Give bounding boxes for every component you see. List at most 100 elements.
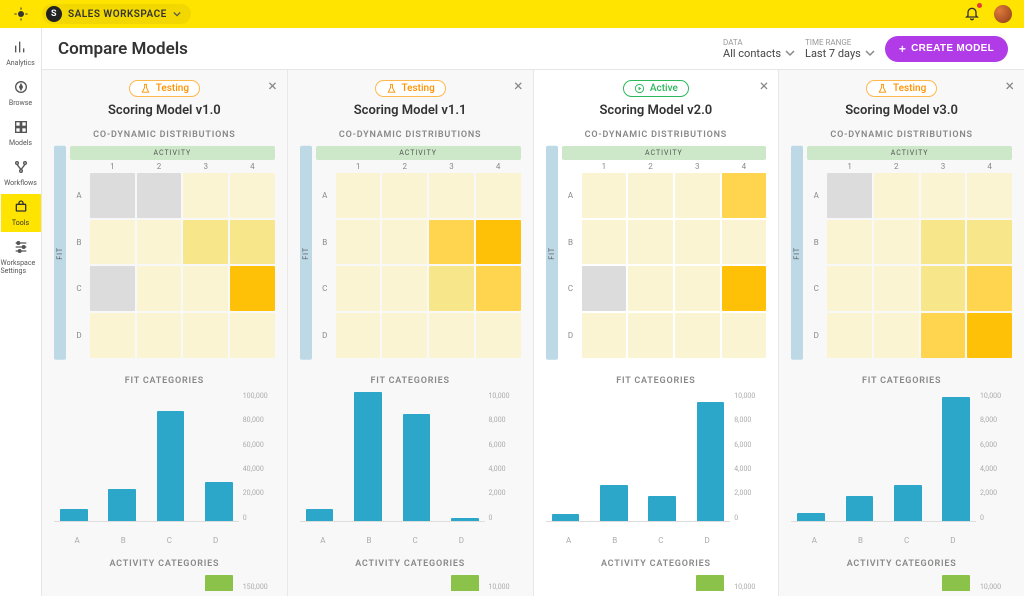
heatmap-row-label: B	[807, 220, 825, 265]
time-range-label: TIME RANGE	[805, 38, 875, 47]
heatmap-col-label: 2	[382, 162, 427, 171]
y-tick-label: 2,000	[734, 489, 766, 497]
heatmap-cell	[90, 266, 135, 311]
y-tick-label: 0	[980, 514, 1012, 522]
heatmap-row-label: A	[70, 173, 88, 218]
sidebar-item-browse[interactable]: Browse	[1, 74, 41, 112]
y-tick-label: 10,000	[489, 392, 521, 400]
heatmap-cell	[183, 220, 228, 265]
heatmap-cell	[429, 266, 474, 311]
data-filter[interactable]: DATA All contacts	[723, 38, 795, 60]
data-filter-label: DATA	[723, 38, 795, 47]
y-axis-ticks: 10,0008,0006,0004,0002,0000	[730, 392, 766, 522]
status-pill: Testing	[129, 80, 200, 97]
bar	[60, 509, 88, 521]
fit-categories-chart: 10,0008,0006,0004,0002,0000	[791, 392, 1012, 522]
workspace-selector[interactable]: S SALES WORKSPACE	[42, 4, 191, 24]
heatmap-cell	[582, 266, 627, 311]
heatmap-cell	[137, 173, 182, 218]
heatmap-cell	[230, 220, 275, 265]
heatmap-cell	[336, 220, 381, 265]
bar	[697, 402, 725, 521]
heatmap-cell	[476, 266, 521, 311]
bar	[696, 575, 724, 591]
heatmap-cell	[183, 313, 228, 358]
y-tick-label: 2,000	[489, 489, 521, 497]
activity-categories-chart: 150,000	[54, 575, 275, 591]
fit-axis-label: FIT	[300, 146, 312, 360]
close-panel-button[interactable]: ×	[1005, 76, 1014, 95]
bar	[942, 397, 970, 521]
heatmap-cell	[230, 313, 275, 358]
model-panel: ×TestingScoring Model v1.1CO-DYNAMIC DIS…	[288, 70, 534, 596]
y-tick-label: 100,000	[243, 392, 275, 400]
x-axis-ticks: ABCD	[54, 536, 275, 545]
heatmap-cell	[429, 313, 474, 358]
y-tick-label: 0	[243, 514, 275, 522]
bar	[157, 411, 185, 521]
heatmap-cell	[382, 173, 427, 218]
heatmap-row-label: C	[807, 266, 825, 311]
x-tick-label: C	[167, 536, 172, 545]
heatmap-row-label: B	[562, 220, 580, 265]
heatmap-cell	[90, 313, 135, 358]
heatmap-row-label: C	[562, 266, 580, 311]
tools-icon	[13, 199, 29, 217]
co-dynamic-title: CO-DYNAMIC DISTRIBUTIONS	[546, 130, 767, 140]
x-tick-label: D	[704, 536, 709, 545]
heatmap-col-label: 3	[675, 162, 720, 171]
heatmap-col-label: 3	[183, 162, 228, 171]
settings-icon	[13, 239, 29, 257]
y-tick-label: 150,000	[243, 583, 275, 591]
sidebar-item-settings[interactable]: Workspace Settings	[1, 234, 41, 280]
heatmap-cell	[722, 313, 767, 358]
heatmap-cell	[137, 266, 182, 311]
heatmap-cell	[429, 220, 474, 265]
heatmap-col-label: 4	[722, 162, 767, 171]
heatmap-chart: FITACTIVITY1234ABCD	[791, 146, 1012, 360]
page-header: Compare Models DATA All contacts TIME RA…	[42, 28, 1024, 70]
heatmap-cell	[230, 266, 275, 311]
close-panel-button[interactable]: ×	[760, 76, 769, 95]
time-range-filter[interactable]: TIME RANGE Last 7 days	[805, 38, 875, 60]
y-tick-label: 4,000	[489, 465, 521, 473]
activity-axis-label: ACTIVITY	[70, 146, 275, 160]
sidebar-item-tools[interactable]: Tools	[1, 194, 41, 232]
sidebar-item-label: Tools	[12, 219, 29, 227]
chevron-down-icon	[173, 10, 181, 18]
fit-axis-label: FIT	[546, 146, 558, 360]
activity-categories-chart: 10,000	[791, 575, 1012, 591]
activity-axis-label: ACTIVITY	[807, 146, 1012, 160]
heatmap-cell	[874, 266, 919, 311]
x-tick-label: B	[121, 536, 126, 545]
model-panel: ×ActiveScoring Model v2.0CO-DYNAMIC DIST…	[534, 70, 780, 596]
bar	[306, 509, 334, 521]
heatmap-cell	[429, 173, 474, 218]
close-panel-button[interactable]: ×	[268, 76, 277, 95]
activity-categories-title: ACTIVITY CATEGORIES	[300, 559, 521, 569]
close-panel-button[interactable]: ×	[514, 76, 523, 95]
sidebar-item-models[interactable]: Models	[1, 114, 41, 152]
sidebar-item-analytics[interactable]: Analytics	[1, 34, 41, 72]
model-name: Scoring Model v3.0	[791, 103, 1012, 118]
heatmap-col-label: 1	[827, 162, 872, 171]
sidebar-item-workflows[interactable]: Workflows	[1, 154, 41, 192]
create-model-button[interactable]: + CREATE MODEL	[885, 36, 1008, 62]
bar	[648, 496, 676, 521]
plus-icon: +	[899, 42, 906, 56]
status-label: Testing	[893, 83, 926, 94]
flask-icon	[386, 83, 397, 94]
x-axis-ticks: ABCD	[546, 536, 767, 545]
y-tick-label: 6,000	[734, 441, 766, 449]
y-tick-label: 10,000	[489, 583, 521, 591]
notifications-button[interactable]	[964, 5, 980, 24]
y-axis-ticks: 10,0008,0006,0004,0002,0000	[485, 392, 521, 522]
user-avatar[interactable]	[994, 5, 1012, 23]
create-model-label: CREATE MODEL	[911, 43, 994, 54]
time-range-value: Last 7 days	[805, 47, 861, 60]
heatmap-chart: FITACTIVITY1234ABCD	[54, 146, 275, 360]
bar	[403, 414, 431, 521]
x-tick-label: D	[950, 536, 955, 545]
y-tick-label: 6,000	[489, 441, 521, 449]
heatmap-cell	[476, 313, 521, 358]
